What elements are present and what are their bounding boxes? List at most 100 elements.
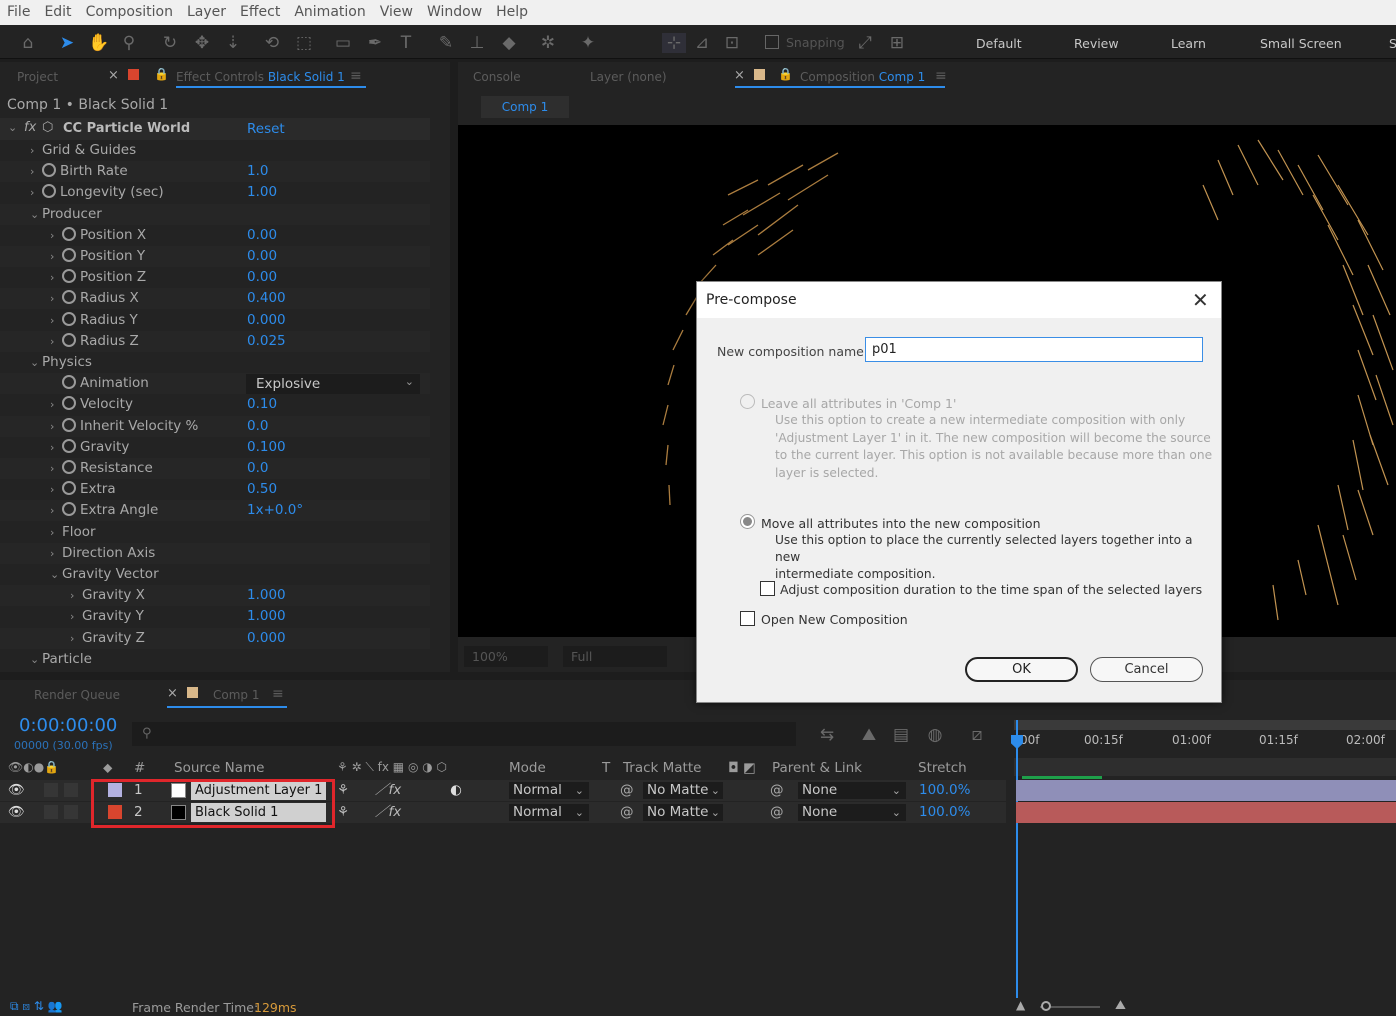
property-value[interactable]: 0.00 bbox=[247, 267, 277, 288]
chevron-down-icon[interactable]: ⌄ bbox=[30, 649, 42, 670]
effect-row[interactable]: ⌄ fx ⬡ CC Particle World Reset bbox=[0, 118, 430, 140]
workspace-overflow[interactable]: S bbox=[1389, 36, 1396, 51]
chevron-right-icon[interactable]: › bbox=[50, 225, 62, 246]
lock-icon[interactable]: 🔒 bbox=[778, 67, 793, 81]
snap-grid-icon[interactable]: ⊞ bbox=[887, 33, 907, 53]
chevron-down-icon[interactable]: ⌄ bbox=[30, 352, 42, 373]
parent-dropdown[interactable]: None ⌄ bbox=[798, 804, 906, 821]
source-name-header[interactable]: Source Name bbox=[174, 760, 265, 776]
chevron-right-icon[interactable]: › bbox=[50, 437, 62, 458]
matte-spiral-icon[interactable]: @ bbox=[620, 780, 634, 801]
selection-tool-icon[interactable]: ➤ bbox=[57, 33, 77, 53]
chevron-right-icon[interactable]: › bbox=[50, 416, 62, 437]
solo-toggle[interactable] bbox=[44, 805, 58, 819]
effect-property-row[interactable]: ⌄ Particle bbox=[0, 649, 430, 670]
effect-property-row[interactable]: › Velocity 0.10 bbox=[0, 394, 430, 415]
menu-window[interactable]: Window bbox=[420, 0, 489, 25]
quality-fx-icons[interactable]: ／fx bbox=[375, 802, 401, 823]
effect-property-row[interactable]: › Gravity X 1.000 bbox=[0, 585, 430, 607]
stopwatch-icon[interactable] bbox=[62, 311, 76, 326]
draft-3d-icon[interactable]: ⛰ bbox=[859, 725, 879, 745]
menu-composition[interactable]: Composition bbox=[79, 0, 180, 25]
composition-name-input[interactable] bbox=[865, 337, 1203, 362]
graph-editor-icon[interactable]: ⧄ bbox=[967, 725, 987, 745]
property-value[interactable]: 0.0 bbox=[247, 458, 268, 479]
cancel-button[interactable]: Cancel bbox=[1090, 657, 1203, 682]
dolly-tool-icon[interactable]: ⇣ bbox=[223, 33, 243, 53]
chevron-right-icon[interactable]: › bbox=[50, 246, 62, 267]
panel-menu-icon[interactable]: ≡ bbox=[272, 686, 284, 702]
tab-comp[interactable]: Comp 1 bbox=[213, 688, 259, 702]
property-value[interactable]: 0.10 bbox=[247, 394, 277, 415]
layer-duration-bar[interactable] bbox=[1016, 802, 1396, 823]
stopwatch-icon[interactable] bbox=[62, 438, 76, 453]
clone-stamp-tool-icon[interactable]: ⊥ bbox=[467, 33, 487, 53]
stopwatch-icon[interactable] bbox=[42, 184, 56, 199]
property-value[interactable]: 0.50 bbox=[247, 479, 277, 500]
property-value[interactable]: 1.0 bbox=[247, 161, 268, 182]
chevron-right-icon[interactable]: › bbox=[30, 182, 42, 203]
layer-duration-bar[interactable] bbox=[1016, 780, 1396, 801]
parent-pickwhip-icon[interactable]: @ bbox=[770, 802, 784, 823]
effect-property-row[interactable]: ⌄ Gravity Vector bbox=[0, 564, 430, 585]
chevron-right-icon[interactable]: › bbox=[50, 394, 62, 415]
matte-spiral-icon[interactable]: @ bbox=[620, 802, 634, 823]
tab-composition[interactable]: Composition Comp 1 bbox=[800, 70, 925, 84]
effect-property-row[interactable]: › Extra 0.50 bbox=[0, 479, 430, 500]
leave-attributes-radio[interactable] bbox=[740, 394, 755, 409]
effect-property-row[interactable]: ⌄ Physics bbox=[0, 352, 430, 373]
chevron-right-icon[interactable]: › bbox=[50, 543, 62, 564]
workspace-review[interactable]: Review bbox=[1074, 36, 1119, 51]
close-icon[interactable]: × bbox=[108, 68, 119, 83]
stopwatch-icon[interactable] bbox=[62, 417, 76, 432]
chevron-right-icon[interactable]: › bbox=[50, 458, 62, 479]
close-icon[interactable]: × bbox=[167, 686, 178, 701]
chevron-right-icon[interactable]: › bbox=[30, 140, 42, 161]
brush-tool-icon[interactable]: ✎ bbox=[436, 33, 456, 53]
property-value[interactable]: 1.000 bbox=[247, 606, 286, 627]
zoom-slider-handle[interactable] bbox=[1041, 1001, 1051, 1011]
effect-property-row[interactable]: › Resistance 0.0 bbox=[0, 458, 430, 479]
menu-file[interactable]: File bbox=[0, 0, 37, 25]
stopwatch-icon[interactable] bbox=[42, 163, 56, 178]
lock-toggle[interactable] bbox=[64, 805, 78, 819]
view-axis-icon[interactable]: ⊡ bbox=[722, 33, 742, 53]
stopwatch-icon[interactable] bbox=[62, 396, 76, 411]
property-value[interactable]: 1.000 bbox=[247, 585, 286, 606]
puppet-tool-icon[interactable]: ✦ bbox=[578, 33, 598, 53]
effect-property-row[interactable]: › Floor bbox=[0, 522, 430, 543]
solo-toggle[interactable] bbox=[44, 783, 58, 797]
zoom-tool-icon[interactable]: ⚲ bbox=[119, 33, 139, 53]
stopwatch-icon[interactable] bbox=[62, 269, 76, 284]
orbit-tool-icon[interactable]: ↻ bbox=[160, 33, 180, 53]
lock-toggle[interactable] bbox=[64, 783, 78, 797]
comp-flowchart-icon[interactable]: ⇆ bbox=[817, 725, 837, 745]
hand-tool-icon[interactable]: ✋ bbox=[88, 33, 109, 53]
menu-animation[interactable]: Animation bbox=[287, 0, 372, 25]
snapping-checkbox[interactable] bbox=[765, 35, 779, 49]
stopwatch-icon[interactable] bbox=[62, 332, 76, 347]
chevron-down-icon[interactable]: ⌄ bbox=[50, 564, 62, 585]
parent-dropdown[interactable]: None ⌄ bbox=[798, 782, 906, 799]
menu-layer[interactable]: Layer bbox=[180, 0, 233, 25]
effect-property-row[interactable]: ⌄ Producer bbox=[0, 203, 430, 225]
track-matte-dropdown[interactable]: No Matte ⌄ bbox=[643, 804, 723, 821]
stopwatch-icon[interactable] bbox=[62, 502, 76, 517]
property-value[interactable]: 0.025 bbox=[247, 331, 286, 352]
animation-dropdown[interactable]: Explosive ⌄ bbox=[246, 374, 420, 394]
mode-dropdown[interactable]: Normal ⌄ bbox=[509, 782, 589, 799]
effect-property-row[interactable]: › Position Z 0.00 bbox=[0, 267, 430, 288]
effect-property-row[interactable]: › Position X 0.00 bbox=[0, 225, 430, 246]
local-axis-icon[interactable]: ⊹ bbox=[662, 33, 686, 53]
rectangle-tool-icon[interactable]: ▭ bbox=[333, 33, 353, 53]
quality-fx-icons[interactable]: ／fx bbox=[375, 780, 401, 801]
menu-edit[interactable]: Edit bbox=[37, 0, 78, 25]
property-value[interactable]: 1x+0.0° bbox=[247, 500, 303, 521]
property-value[interactable]: 0.100 bbox=[247, 437, 286, 458]
effect-property-row[interactable]: › Inherit Velocity % 0.0 bbox=[0, 415, 430, 437]
tab-project[interactable]: Project bbox=[17, 70, 58, 84]
property-value[interactable]: 0.00 bbox=[247, 246, 277, 267]
snap-edges-icon[interactable]: ⤢ bbox=[855, 33, 875, 53]
chevron-right-icon[interactable]: › bbox=[70, 606, 82, 627]
effect-property-row[interactable]: › Position Y 0.00 bbox=[0, 246, 430, 267]
